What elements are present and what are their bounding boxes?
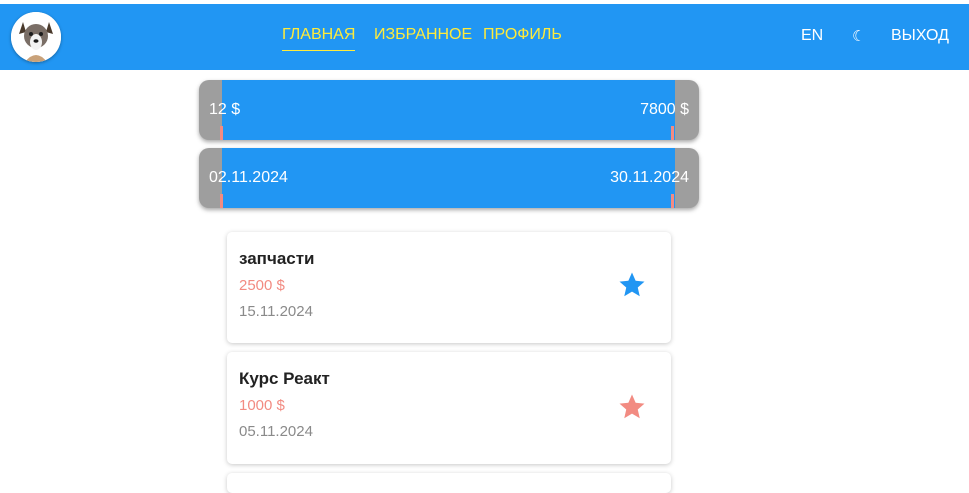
nav-favorites-link[interactable]: ИЗБРАННОЕ — [374, 26, 472, 44]
date-max-handle[interactable] — [671, 194, 674, 208]
item-date: 05.11.2024 — [239, 423, 313, 440]
item-title: Курс Реакт — [239, 369, 330, 388]
price-range-slider[interactable]: 12 $ 7800 $ — [199, 80, 699, 140]
dog-avatar-icon — [11, 12, 61, 62]
price-min-label: 12 $ — [209, 101, 241, 118]
favorite-star-icon[interactable] — [617, 270, 647, 300]
avatar[interactable] — [11, 12, 61, 62]
date-range-slider[interactable]: 02.11.2024 30.11.2024 — [199, 148, 699, 208]
date-max-label: 30.11.2024 — [610, 169, 689, 186]
item-title: запчасти — [239, 249, 315, 268]
nav-profile-link[interactable]: ПРОФИЛЬ — [483, 26, 562, 44]
price-max-handle[interactable] — [671, 126, 674, 140]
theme-toggle-icon[interactable]: ☾ — [852, 27, 865, 45]
price-min-handle[interactable] — [220, 126, 223, 140]
favorite-star-icon[interactable] — [617, 392, 647, 422]
item-price: 2500 $ — [239, 277, 285, 294]
item-price: 1000 $ — [239, 397, 285, 414]
item-card[interactable]: Курс Реакт 1000 $ 05.11.2024 — [227, 352, 671, 464]
date-min-label: 02.11.2024 — [209, 169, 288, 186]
price-max-label: 7800 $ — [640, 101, 689, 118]
item-card[interactable]: запчасти 2500 $ 15.11.2024 — [227, 232, 671, 343]
logout-button[interactable]: ВЫХОД — [891, 27, 949, 45]
date-min-handle[interactable] — [220, 194, 223, 208]
top-app-bar: ГЛАВНАЯ ИЗБРАННОЕ ПРОФИЛЬ EN ☾ ВЫХОД — [0, 4, 969, 70]
language-toggle[interactable]: EN — [801, 27, 823, 45]
item-date: 15.11.2024 — [239, 303, 313, 320]
nav-home-link[interactable]: ГЛАВНАЯ — [282, 26, 356, 51]
date-range-fill — [222, 148, 675, 208]
item-card[interactable] — [227, 473, 671, 493]
price-range-fill — [222, 80, 675, 140]
